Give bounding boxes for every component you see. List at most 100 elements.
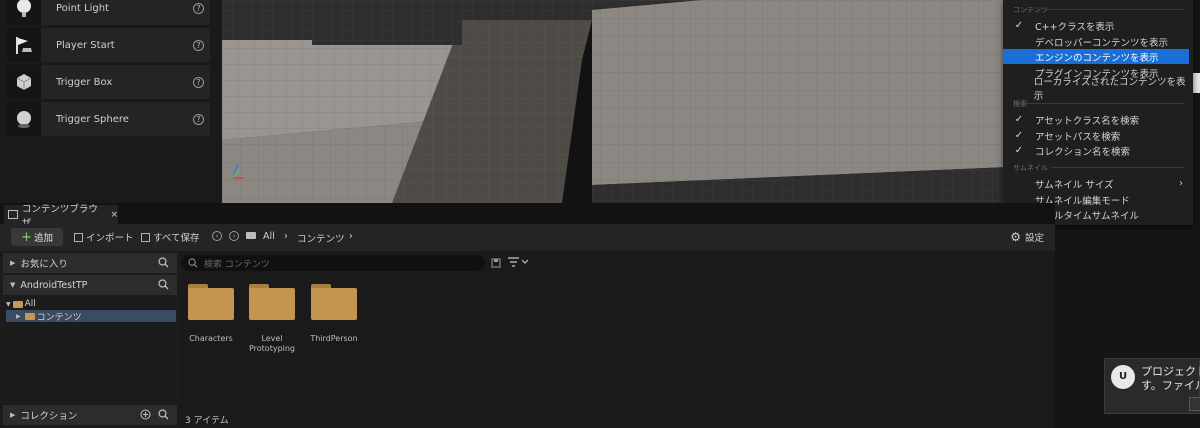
breadcrumb-all[interactable]: All — [263, 231, 275, 242]
check-icon: ✓ — [1014, 20, 1024, 31]
breadcrumb-separator[interactable]: › — [284, 231, 288, 242]
project-label: AndroidTestTP — [20, 279, 88, 291]
content-browser-toolbar: + 追加 インポート すべて保存 ‹ › All › コンテンツ › ⚙ 設定 — [0, 224, 1055, 251]
breadcrumb-content[interactable]: コンテンツ — [297, 231, 345, 245]
actor-item-trigger-sphere[interactable]: Trigger Sphere ? — [7, 102, 210, 136]
plus-icon: + — [21, 229, 32, 245]
asset-folder-level-prototyping[interactable]: Level Prototyping — [241, 284, 303, 354]
tree-item-all[interactable]: ▼ All — [6, 298, 176, 310]
menu-separator — [1051, 167, 1185, 168]
folder-icon — [188, 284, 234, 320]
bulb-icon — [7, 0, 41, 25]
content-browser-icon — [8, 210, 18, 219]
search-icon[interactable] — [158, 257, 169, 271]
back-icon[interactable]: ‹ — [212, 231, 222, 241]
check-icon: ✓ — [1014, 130, 1024, 141]
folder-icon[interactable] — [246, 232, 258, 239]
folder-icon — [311, 284, 357, 320]
save-all-button[interactable]: すべて保存 — [141, 230, 199, 244]
tab-content-browser[interactable]: コンテンツブラウザ × — [4, 204, 118, 229]
collections-label: コレクション — [20, 411, 78, 422]
import-label: インポート — [86, 233, 134, 244]
asset-folder-characters[interactable]: Characters — [180, 284, 242, 344]
menu-separator — [1025, 103, 1185, 104]
menu-item-search-collection[interactable]: ✓ コレクション名を検索 — [1003, 143, 1189, 158]
add-button[interactable]: + 追加 — [11, 228, 63, 246]
search-icon — [188, 258, 198, 268]
expand-icon: ▶ — [10, 411, 16, 419]
menu-item-search-path[interactable]: ✓ アセットパスを検索 — [1003, 128, 1189, 143]
collapse-icon: ▼ — [6, 300, 11, 308]
sphere-icon — [7, 102, 41, 136]
menu-section-content: コンテンツ — [1013, 6, 1048, 14]
actor-item-player-start[interactable]: Player Start ? — [7, 28, 210, 62]
menu-item-label: デベロッパーコンテンツを表示 — [1035, 37, 1169, 49]
folder-icon — [249, 284, 295, 320]
project-header[interactable]: ▼ AndroidTestTP — [3, 275, 177, 295]
tree-item-content[interactable]: ▶ コンテンツ — [6, 310, 176, 323]
add-collection-icon[interactable] — [140, 409, 151, 423]
menu-item-show-engine[interactable]: エンジンのコンテンツを表示 — [1003, 49, 1189, 64]
flag-icon — [7, 28, 41, 62]
panel-edge[interactable] — [1192, 73, 1200, 93]
asset-view[interactable]: 検索 コンテンツ Characters Level Prototyping Th… — [180, 252, 1055, 428]
tab-bar: コンテンツブラウザ × — [0, 203, 1055, 229]
tree-label: コンテンツ — [36, 312, 82, 323]
chevron-right-icon: › — [1179, 178, 1183, 189]
content-browser: コンテンツブラウザ × + 追加 インポート すべて保存 ‹ › All › コ… — [0, 203, 1055, 428]
asset-name: ThirdPerson — [310, 334, 358, 343]
search-input[interactable]: 検索 コンテンツ — [182, 255, 485, 271]
search-placeholder: 検索 コンテンツ — [204, 259, 270, 270]
actor-item-trigger-box[interactable]: Trigger Box ? — [7, 65, 210, 99]
collapse-icon: ▼ — [10, 281, 16, 289]
help-icon[interactable]: ? — [193, 2, 204, 14]
forward-icon[interactable]: › — [229, 231, 239, 241]
level-viewport[interactable] — [222, 0, 1055, 203]
content-settings-menu: コンテンツ ✓ C++クラスを表示 デベロッパーコンテンツを表示 エンジンのコン… — [1003, 0, 1193, 225]
actor-item-point-light[interactable]: Point Light ? — [7, 0, 210, 25]
asset-folder-thirdperson[interactable]: ThirdPerson — [303, 284, 365, 344]
actor-label: Trigger Box — [56, 76, 113, 88]
place-actors-panel: Point Light ? Player Start ? Trigger Box… — [0, 0, 222, 203]
notification-line: す。ファイル — [1141, 379, 1200, 392]
collections-header[interactable]: ▶ コレクション — [3, 405, 177, 425]
save-all-label: すべて保存 — [153, 233, 200, 244]
check-icon: ✓ — [1014, 114, 1024, 125]
notification-toast[interactable]: U プロジェクト す。ファイル — [1104, 358, 1200, 414]
menu-item-label: アセットパスを検索 — [1035, 131, 1121, 143]
settings-label: 設定 — [1024, 233, 1044, 244]
favorites-header[interactable]: ▶ お気に入り — [3, 253, 177, 273]
settings-button[interactable]: ⚙ 設定 — [1010, 230, 1044, 244]
sources-panel: ▶ お気に入り ▼ AndroidTestTP ▼ All ▶ コンテンツ ▶ … — [3, 252, 177, 428]
asset-name: Level Prototyping — [248, 334, 296, 353]
close-icon[interactable]: × — [110, 210, 118, 220]
menu-item-label: アセットクラス名を検索 — [1035, 115, 1140, 127]
menu-item-show-localized[interactable]: ローカライズされたコンテンツを表示 — [1003, 77, 1189, 102]
menu-item-label: エンジンのコンテンツを表示 — [1035, 52, 1159, 64]
notification-button[interactable] — [1189, 397, 1200, 411]
help-icon[interactable]: ? — [193, 76, 204, 88]
folder-icon — [24, 312, 35, 320]
help-icon[interactable]: ? — [193, 113, 204, 125]
help-icon[interactable]: ? — [193, 39, 204, 51]
menu-separator — [1045, 9, 1185, 10]
menu-item-label: C++クラスを表示 — [1035, 21, 1115, 33]
import-button[interactable]: インポート — [74, 230, 134, 244]
folder-open-icon — [12, 300, 23, 308]
menu-section-search: 検索 — [1013, 100, 1027, 108]
save-icon — [141, 232, 150, 242]
breadcrumb-separator[interactable]: › — [349, 231, 353, 242]
menu-item-thumbnail-size[interactable]: サムネイル サイズ › — [1003, 176, 1189, 191]
item-count: 3 アイテム — [185, 416, 229, 426]
menu-item-show-developer[interactable]: デベロッパーコンテンツを表示 — [1003, 34, 1189, 49]
expand-icon: ▶ — [16, 312, 21, 320]
filter-icon[interactable] — [508, 257, 530, 270]
save-search-icon[interactable] — [491, 258, 501, 271]
menu-item-show-cpp[interactable]: ✓ C++クラスを表示 — [1003, 18, 1189, 33]
menu-item-label: ローカライズされたコンテンツを表示 — [1033, 76, 1186, 102]
menu-item-search-class[interactable]: ✓ アセットクラス名を検索 — [1003, 112, 1189, 127]
cube-icon — [7, 65, 41, 99]
search-icon[interactable] — [158, 409, 169, 423]
search-icon[interactable] — [158, 279, 169, 293]
actor-label: Point Light — [56, 2, 109, 14]
